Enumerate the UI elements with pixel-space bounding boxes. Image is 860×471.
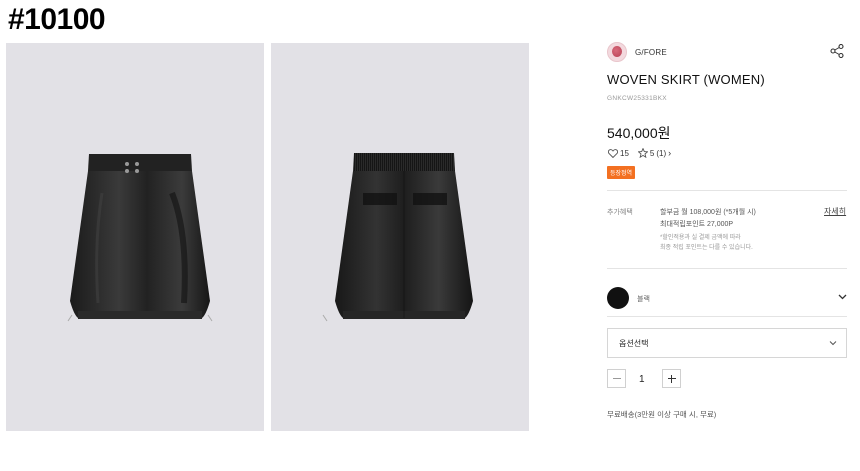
- shipping-note: 무료배송(3만원 이상 구매 시, 무료): [607, 410, 717, 419]
- product-code: GNKCW25331BKX: [607, 95, 667, 102]
- page-id-label: #10100: [8, 3, 106, 36]
- benefit-label: 추가혜택: [607, 209, 633, 216]
- divider: [607, 316, 847, 317]
- chevron-down-icon: [829, 341, 837, 346]
- divider: [607, 268, 847, 269]
- chevron-down-icon[interactable]: [838, 292, 847, 301]
- brand-name[interactable]: G/FORE: [635, 48, 667, 57]
- installment-info: 할부금 월 108,000원 (*5개월 시): [660, 209, 756, 216]
- share-icon[interactable]: [830, 44, 844, 58]
- skirt-back-illustration: [322, 153, 473, 322]
- product-title: WOVEN SKIRT (WOMEN): [607, 72, 765, 87]
- product-image-front[interactable]: [6, 43, 264, 431]
- points-note-1: *할인적용과 실 결제 금액에 따라: [660, 235, 741, 241]
- color-label: 블랙: [637, 296, 650, 303]
- star-icon: [637, 148, 648, 158]
- rating-value: 5: [649, 148, 655, 158]
- max-points-info: 최대적립포인트 27,000P: [660, 221, 734, 228]
- quantity-value: 1: [639, 374, 645, 385]
- option-select[interactable]: 옵션선택: [607, 328, 847, 358]
- product-meta-row: 15 5 (1) ›: [608, 148, 671, 158]
- like-count: 15: [620, 148, 629, 158]
- quantity-increase-button[interactable]: [662, 369, 681, 388]
- product-badge: 등장정역: [607, 166, 636, 179]
- quantity-decrease-button[interactable]: [607, 369, 626, 388]
- color-option-row[interactable]: 블랙: [607, 287, 847, 309]
- heart-icon[interactable]: [608, 148, 618, 158]
- points-note-2: 최종 적립 포인트는 다를 수 있습니다.: [660, 245, 753, 251]
- benefit-detail-link[interactable]: 자세히: [824, 206, 846, 217]
- brand-logo[interactable]: [607, 42, 627, 62]
- brand-row[interactable]: G/FORE: [607, 42, 667, 62]
- review-count[interactable]: (1): [656, 149, 666, 158]
- color-swatch-black[interactable]: [607, 287, 629, 309]
- divider: [607, 190, 847, 191]
- skirt-front-illustration: [67, 154, 213, 322]
- product-image-back[interactable]: [271, 43, 529, 431]
- chevron-right-icon[interactable]: ›: [668, 148, 671, 158]
- product-price: 540,000원: [607, 125, 671, 141]
- option-select-label: 옵션선택: [619, 339, 649, 348]
